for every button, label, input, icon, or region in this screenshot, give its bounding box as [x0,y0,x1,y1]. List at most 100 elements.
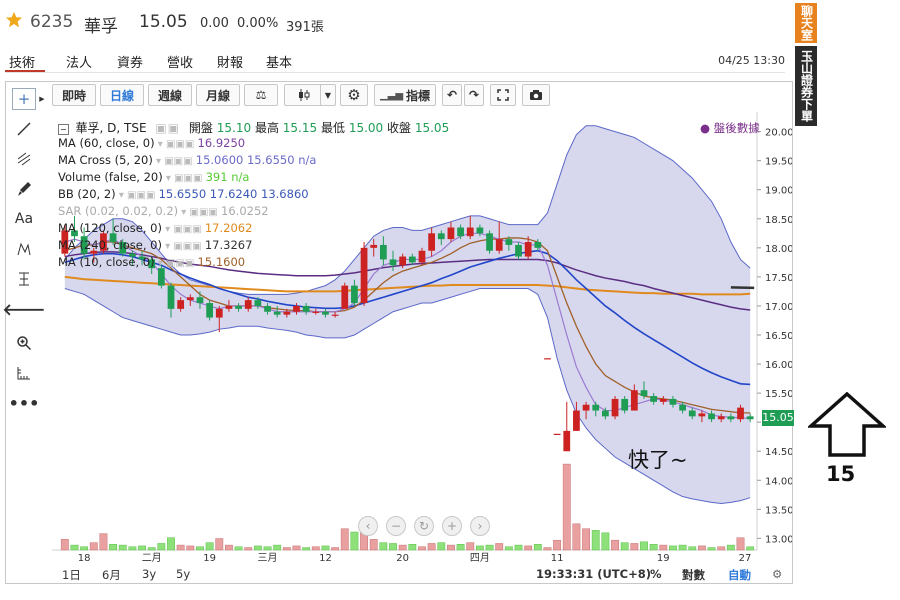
chart-type-dropdown-icon[interactable]: ▼ [320,84,336,106]
broker-order-button[interactable]: 玉山證券下單 [795,46,817,126]
legend-indicator-controls-icon[interactable]: ▾ ▣▣▣ [178,207,221,218]
chat-room-button[interactable]: 聊天室 [795,3,817,43]
scroll-right-icon[interactable]: › [470,516,490,536]
trend-line-icon[interactable] [12,118,36,140]
after-hours-data[interactable]: ● 盤後數據 [700,120,760,136]
volume-bar [620,542,629,551]
volume-bar [147,547,156,551]
candle-body [235,305,242,309]
legend-indicator-name: MA Cross (5, 20) [58,153,153,167]
legend-open-value: 15.10 [216,121,252,135]
compare-scale-icon[interactable]: ⚖ [244,84,278,106]
y-tick-label: 13.00 [765,534,792,545]
candle-body [746,416,754,420]
intraday-button[interactable]: 即時 [52,84,96,106]
crosshair-icon[interactable]: + [12,88,36,110]
favorite-star-icon[interactable] [5,11,23,29]
candle-body [698,413,706,417]
indicators-button[interactable]: ▁▃▅ 指標 [374,84,436,106]
legend-indicator-row[interactable]: SAR (0.02, 0.02, 0.2) ▾ ▣▣▣ 16.0252 [58,204,269,218]
tab-institutional[interactable]: 法人 [66,52,92,71]
chart-type-candle-icon[interactable] [284,84,324,106]
y-tick-label: 20.00 [765,128,792,139]
volume-bar [302,547,311,551]
legend-indicator-row[interactable]: MA (10, close, 0) ▾ ▣▣▣ 15.1600 [58,255,245,269]
reset-zoom-icon[interactable]: ↻ [414,516,434,536]
redo-icon[interactable]: ↷ [464,84,484,106]
legend-indicator-controls-icon[interactable]: ▾ ▣▣▣ [116,190,159,201]
back-arrow-icon[interactable]: 🡐 [3,298,46,320]
y-tick-label: 16.00 [765,360,792,371]
scroll-left-icon[interactable]: ‹ [358,516,378,536]
legend-indicator-row[interactable]: BB (20, 2) ▾ ▣▣▣ 15.6550 17.6240 13.6860 [58,187,309,201]
log-toggle[interactable]: 對數 [682,567,705,583]
range-1d[interactable]: 1日 [62,567,81,583]
drawing-tools: + ▶ Aa 🡐 ••• [3,84,46,424]
tab-technical[interactable]: 技術 [9,52,35,71]
range-5y[interactable]: 5y [176,567,190,581]
volume-bar [659,544,668,551]
legend-indicator-value: 17.2062 [204,221,253,235]
legend-indicator-controls-icon[interactable]: ▾ ▣▣▣ [153,156,196,167]
legend-indicator-controls-icon[interactable]: ▾ ▣▣▣ [155,258,198,269]
user-annotation-text: 快了~ [628,448,688,472]
tab-financials[interactable]: 財報 [217,52,243,71]
volume-bar [273,544,282,551]
legend-indicator-controls-icon[interactable]: ▾ ▣▣▣ [162,224,205,235]
percent-toggle[interactable]: % [650,567,662,581]
legend-indicator-value: 15.0600 [195,153,247,167]
y-tick-label: 19.50 [765,157,792,168]
y-tick-label: 16.50 [765,331,792,342]
tab-revenue[interactable]: 營收 [167,52,193,71]
legend-high-value: 15.15 [282,121,318,135]
snapshot-camera-icon[interactable] [522,84,550,106]
brush-icon[interactable] [12,178,36,200]
range-6m[interactable]: 6月 [102,567,121,583]
legend-indicator-row[interactable]: Volume (false, 20) ▾ ▣▣▣ 391 n/a [58,170,249,184]
volume-bar [244,547,253,551]
volume-bar [128,546,137,551]
tool-expand-icon[interactable]: ▶ [38,88,46,110]
pattern-icon[interactable] [12,238,36,260]
fibonacci-icon[interactable] [12,148,36,170]
settings-gear-icon[interactable]: ⚙ [340,84,368,106]
legend-row-controls-icon[interactable]: ▣▣ [155,121,180,135]
collapse-icon[interactable]: − [58,124,69,135]
volume-bar [138,545,146,551]
legend-indicator-value: 17.6240 [209,187,262,201]
x-tick-label: 二月 [142,552,162,562]
zoom-in-icon[interactable] [12,332,36,354]
y-tick-label: 14.50 [765,447,792,458]
measure-icon[interactable] [12,268,36,290]
volume-bar [418,546,426,551]
legend-indicator-row[interactable]: MA (60, close, 0) ▾ ▣▣▣ 16.9250 [58,136,245,150]
legend-indicator-controls-icon[interactable]: ▾ ▣▣▣ [155,139,198,150]
bottom-settings-icon[interactable]: ⚙ [772,567,782,581]
tab-margin[interactable]: 資券 [117,52,143,71]
legend-indicator-row[interactable]: MA (240, close, 0) ▾ ▣▣▣ 17.3267 [58,238,252,252]
candle-body [196,297,204,304]
legend-indicator-controls-icon[interactable]: ▾ ▣▣▣ [162,241,205,252]
undo-icon[interactable]: ↶ [442,84,462,106]
daily-button[interactable]: 日線 [100,84,144,106]
zoom-out-icon[interactable]: − [386,516,406,536]
range-3y[interactable]: 3y [142,567,156,581]
more-options-icon[interactable]: ••• [9,392,40,414]
monthly-button[interactable]: 月線 [196,84,240,106]
price-change-pct: 0.00% [237,16,279,31]
zoom-in-small-icon[interactable]: + [442,516,462,536]
candle-body [553,433,561,435]
y-tick-label: 14.00 [765,476,792,487]
auto-scale-toggle[interactable]: 自動 [728,567,751,583]
text-tool-icon[interactable]: Aa [12,208,36,230]
candle-body [225,305,233,309]
ruler-icon[interactable] [12,362,36,384]
legend-indicator-row[interactable]: MA (120, close, 0) ▾ ▣▣▣ 17.2062 [58,221,252,235]
fullscreen-icon[interactable] [490,84,516,106]
tab-basics[interactable]: 基本 [266,52,292,71]
legend-indicator-controls-icon[interactable]: ▾ ▣▣▣ [163,173,206,184]
weekly-button[interactable]: 週線 [148,84,192,106]
volume-bar [669,545,677,551]
chart-toolbar: 即時 日線 週線 月線 ⚖ ▼ ⚙ ▁▃▅ 指標 ↶ ↷ [52,84,792,108]
legend-indicator-row[interactable]: MA Cross (5, 20) ▾ ▣▣▣ 15.0600 15.6550 n… [58,153,316,167]
